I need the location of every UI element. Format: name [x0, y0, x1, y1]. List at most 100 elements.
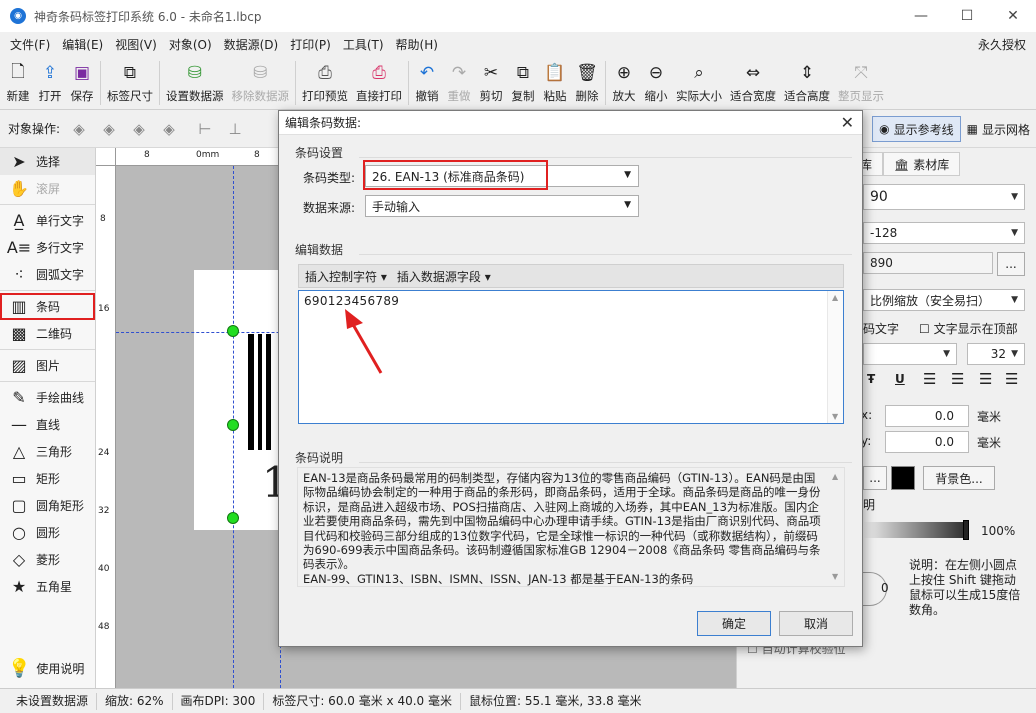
barcode-value-field[interactable]: 90 ▼	[863, 184, 1025, 210]
data-source-select[interactable]: 手动输入 ▼	[365, 195, 639, 217]
zoom-out-button[interactable]: ⊖ 缩小	[640, 58, 672, 108]
tool-rectangle[interactable]: ▭ 矩形	[0, 465, 95, 492]
scroll-up-icon[interactable]: ▲	[832, 470, 838, 484]
scroll-down-icon[interactable]: ▼	[832, 570, 838, 584]
new-button[interactable]: 🗋 新建	[2, 58, 34, 108]
close-window-button[interactable]: ✕	[990, 0, 1036, 32]
scissors-icon: ✂	[483, 63, 499, 83]
align-left-icon[interactable]: ⊢	[194, 118, 216, 140]
tool-line[interactable]: — 直线	[0, 411, 95, 438]
font-select[interactable]: ▼	[863, 343, 957, 365]
paste-button[interactable]: 📋 粘贴	[539, 58, 571, 108]
layer-top-icon[interactable]: ◈	[68, 118, 90, 140]
menu-help[interactable]: 帮助(H)	[390, 32, 444, 58]
tool-star[interactable]: ★ 五角星	[0, 573, 95, 600]
menu-view[interactable]: 视图(V)	[109, 32, 163, 58]
strike-icon[interactable]: Ŧ	[867, 372, 875, 386]
scroll-up-icon[interactable]: ▲	[832, 293, 838, 302]
help-button[interactable]: 💡 使用说明	[0, 653, 96, 683]
layer-down-icon[interactable]: ◈	[128, 118, 150, 140]
tool-qrcode[interactable]: ▩ 二维码	[0, 320, 95, 347]
label-size-button[interactable]: ⧉ 标签尺寸	[103, 58, 157, 108]
undo-button[interactable]: ↶ 撤销	[411, 58, 443, 108]
scroll-down-icon[interactable]: ▼	[832, 412, 838, 421]
open-button[interactable]: ⇪ 打开	[34, 58, 66, 108]
tool-round-rect[interactable]: ▢ 圆角矩形	[0, 492, 95, 519]
tool-diamond[interactable]: ◇ 菱形	[0, 546, 95, 573]
fit-height-button[interactable]: ⇕ 适合高度	[780, 58, 834, 108]
layer-up-icon[interactable]: ◈	[98, 118, 120, 140]
tool-select[interactable]: ➤ 选择	[0, 148, 95, 175]
show-grid-toggle[interactable]: ▦ 显示网格	[961, 116, 1036, 142]
dialog-close-icon[interactable]: ✕	[841, 113, 854, 132]
delete-button[interactable]: 🗑 删除	[571, 58, 603, 108]
menu-datasource[interactable]: 数据源(D)	[218, 32, 285, 58]
more-options-button[interactable]: ...	[997, 252, 1025, 276]
insert-control-char-button[interactable]: 插入控制字符 ▾	[305, 268, 387, 285]
code-type-select[interactable]: -128 ▼	[863, 222, 1025, 244]
tool-image[interactable]: ▨ 图片	[0, 352, 95, 379]
layer-bottom-icon[interactable]: ◈	[158, 118, 180, 140]
resize-handle[interactable]	[227, 325, 239, 337]
resize-handle[interactable]	[227, 419, 239, 431]
direct-print-button[interactable]: ⎙ 直接打印	[352, 58, 406, 108]
data-value-field[interactable]: 890	[863, 252, 993, 274]
underline-icon[interactable]: U	[895, 372, 905, 386]
minimize-button[interactable]: —	[898, 0, 944, 32]
tool-single-text[interactable]: A̲ 单行文字	[0, 207, 95, 234]
tab-materials[interactable]: 🏛 素材库	[883, 152, 961, 176]
insert-datasource-field-button[interactable]: 插入数据源字段 ▾	[397, 268, 491, 285]
magnifier-icon: ⌕	[694, 63, 704, 83]
tool-barcode[interactable]: ▥ 条码	[0, 293, 95, 320]
menu-print[interactable]: 打印(P)	[284, 32, 337, 58]
x-position-input[interactable]: 0.0	[885, 405, 969, 427]
opacity-slider-handle[interactable]	[963, 520, 969, 540]
align-justify-icon[interactable]: ☰	[1005, 370, 1018, 388]
fit-page-button[interactable]: ⤧ 整页显示	[834, 58, 888, 108]
save-button[interactable]: ▣ 保存	[66, 58, 98, 108]
resize-handle[interactable]	[227, 512, 239, 524]
ok-button[interactable]: 确定	[697, 611, 771, 636]
cancel-button[interactable]: 取消	[779, 611, 853, 636]
panel-divider	[0, 381, 95, 382]
opacity-slider[interactable]	[863, 522, 963, 538]
tool-multi-text[interactable]: A≡ 多行文字	[0, 234, 95, 261]
text-top-checkbox[interactable]: ☐ 文字显示在顶部	[919, 320, 1018, 337]
font-size-select[interactable]: 32 ▼	[967, 343, 1025, 365]
remove-datasource-button[interactable]: ⛁ 移除数据源	[228, 58, 294, 108]
align-center-icon[interactable]: ⊥	[224, 118, 246, 140]
align-center-icon[interactable]: ☰	[951, 370, 964, 388]
license-status[interactable]: 永久授权	[978, 32, 1026, 58]
foreground-color-swatch[interactable]	[891, 466, 915, 490]
print-preview-button[interactable]: ⎙ 打印预览	[298, 58, 352, 108]
menu-tools[interactable]: 工具(T)	[337, 32, 390, 58]
cut-button[interactable]: ✂ 剪切	[475, 58, 507, 108]
menu-edit[interactable]: 编辑(E)	[56, 32, 109, 58]
tool-arc-text[interactable]: ⁖ 圆弧文字	[0, 261, 95, 288]
star-icon: ★	[11, 577, 27, 596]
menu-object[interactable]: 对象(O)	[163, 32, 218, 58]
description-scrollbar[interactable]: ▲ ▼	[828, 468, 844, 586]
foreground-color-button[interactable]: ...	[863, 466, 887, 490]
textarea-scrollbar[interactable]: ▲ ▼	[827, 291, 843, 423]
redo-button[interactable]: ↷ 重做	[443, 58, 475, 108]
tool-triangle[interactable]: △ 三角形	[0, 438, 95, 465]
maximize-button[interactable]: ☐	[944, 0, 990, 32]
set-datasource-button[interactable]: ⛁ 设置数据源	[162, 58, 228, 108]
zoom-in-button[interactable]: ⊕ 放大	[608, 58, 640, 108]
menu-file[interactable]: 文件(F)	[4, 32, 56, 58]
align-right-icon[interactable]: ☰	[979, 370, 992, 388]
actual-size-button[interactable]: ⌕ 实际大小	[672, 58, 726, 108]
align-left-icon[interactable]: ☰	[923, 370, 936, 388]
copy-button[interactable]: ⧉ 复制	[507, 58, 539, 108]
background-color-button[interactable]: 背景色...	[923, 466, 995, 490]
tool-freehand[interactable]: ✎ 手绘曲线	[0, 384, 95, 411]
scale-mode-select[interactable]: 比例缩放（安全易扫） ▼	[863, 289, 1025, 311]
y-position-input[interactable]: 0.0	[885, 431, 969, 453]
tool-circle[interactable]: ○ 圆形	[0, 519, 95, 546]
hand-icon: ✋	[9, 179, 29, 198]
show-guides-toggle[interactable]: ◉ 显示参考线	[872, 116, 961, 142]
fit-width-button[interactable]: ⇔ 适合宽度	[726, 58, 780, 108]
tool-scroll[interactable]: ✋ 滚屏	[0, 175, 95, 202]
window-title: 神奇条码标签打印系统 6.0 - 未命名1.lbcp	[34, 9, 262, 24]
